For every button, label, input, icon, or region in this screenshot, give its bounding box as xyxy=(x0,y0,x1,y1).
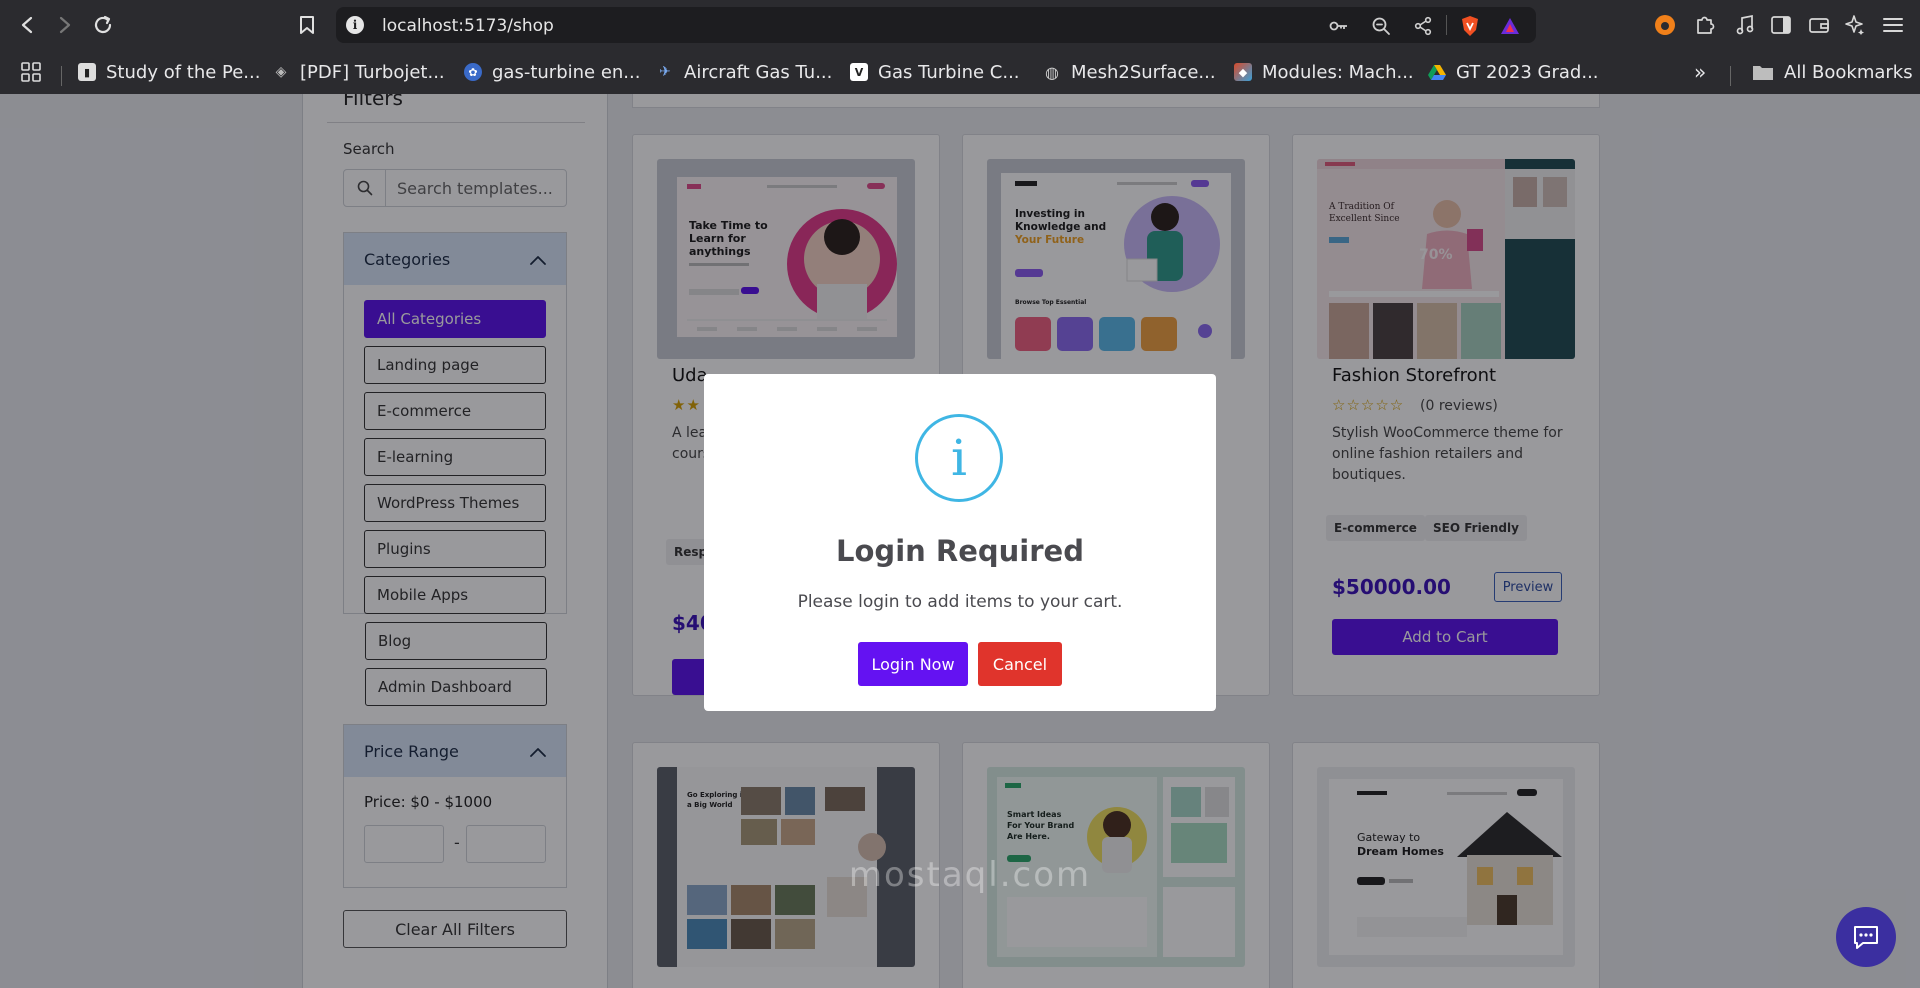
cancel-button[interactable]: Cancel xyxy=(978,642,1062,686)
reload-icon[interactable] xyxy=(88,10,118,40)
info-icon: i xyxy=(915,414,1003,502)
site-favicon-icon: ✿ xyxy=(464,63,482,81)
chat-button[interactable] xyxy=(1836,907,1896,967)
password-key-icon[interactable] xyxy=(1328,15,1350,37)
wallet-icon[interactable] xyxy=(1806,12,1832,38)
drive-favicon-icon xyxy=(1428,63,1446,81)
dialog-message: Please login to add items to your cart. xyxy=(797,592,1123,612)
bookmarks-overflow-button[interactable]: » xyxy=(1694,58,1706,86)
ai-sparkle-icon[interactable] xyxy=(1842,12,1868,38)
folder-icon xyxy=(1752,63,1774,81)
zoom-icon[interactable] xyxy=(1370,15,1392,37)
bookmark-item[interactable]: ◈ [PDF] Turbojet... xyxy=(272,58,445,86)
login-required-dialog: i Login Required Please login to add ite… xyxy=(704,374,1216,711)
bookmark-item[interactable]: ▮ Study of the Pe... xyxy=(78,58,260,86)
all-bookmarks-folder[interactable]: All Bookmarks xyxy=(1752,58,1913,86)
extensions-puzzle-icon[interactable] xyxy=(1692,12,1718,38)
brave-rewards-icon[interactable] xyxy=(1499,15,1521,37)
brave-shield-icon[interactable] xyxy=(1459,15,1481,37)
share-icon[interactable] xyxy=(1412,15,1434,37)
chat-bubble-icon xyxy=(1854,926,1878,949)
address-text[interactable]: localhost:5173/shop xyxy=(382,16,554,36)
bookmark-item[interactable]: V Gas Turbine C... xyxy=(850,58,1020,86)
extension-orange-icon[interactable] xyxy=(1652,12,1678,38)
divider xyxy=(1730,66,1731,86)
apps-grid-icon[interactable] xyxy=(20,58,42,86)
watermark: mostaql.com xyxy=(848,855,1092,895)
menu-icon[interactable] xyxy=(1880,12,1906,38)
pdf-favicon-icon: ◈ xyxy=(275,64,287,80)
site-info-icon[interactable]: i xyxy=(346,16,364,34)
back-icon[interactable] xyxy=(12,10,42,40)
dialog-title: Login Required xyxy=(836,534,1084,568)
bookmark-item[interactable]: ✿ gas-turbine en... xyxy=(464,58,640,86)
divider xyxy=(1446,15,1447,35)
login-now-button[interactable]: Login Now xyxy=(858,642,968,686)
bookmark-item[interactable]: GT 2023 Grad... xyxy=(1428,58,1599,86)
page-favicon-icon: ▮ xyxy=(78,63,96,81)
bookmark-page-icon[interactable] xyxy=(292,10,322,40)
bookmark-item[interactable]: ✈ Aircraft Gas Tu... xyxy=(656,58,832,86)
site-favicon-icon: V xyxy=(850,63,868,81)
browser-toolbar: i localhost:5173/shop xyxy=(0,0,1920,50)
bookmark-item[interactable]: ◍ Mesh2Surface... xyxy=(1043,58,1216,86)
forward-icon[interactable] xyxy=(50,10,80,40)
media-music-icon[interactable] xyxy=(1732,12,1758,38)
globe-icon: ◍ xyxy=(1045,62,1059,82)
site-favicon-icon: ◆ xyxy=(1234,63,1252,81)
bookmark-item[interactable]: ◆ Modules: Mach... xyxy=(1234,58,1414,86)
address-bar[interactable]: i localhost:5173/shop xyxy=(336,7,1536,43)
site-favicon-icon: ✈ xyxy=(659,64,671,80)
browser-chrome: i localhost:5173/shop ▮ Study of the Pe.… xyxy=(0,0,1920,94)
divider xyxy=(61,66,62,86)
sidebar-toggle-icon[interactable] xyxy=(1768,12,1794,38)
bookmarks-bar: ▮ Study of the Pe... ◈ [PDF] Turbojet... ✿… xyxy=(0,50,1920,94)
